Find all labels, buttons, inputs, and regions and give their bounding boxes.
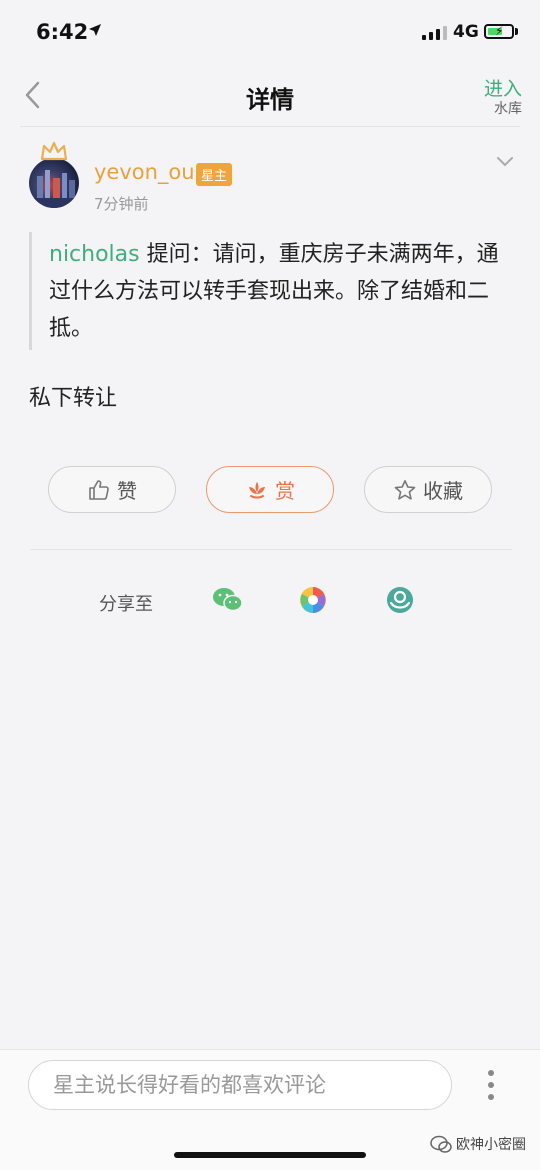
- wechat-icon[interactable]: [212, 586, 244, 614]
- home-indicator[interactable]: [174, 1152, 366, 1158]
- action-divider: [30, 549, 512, 550]
- location-arrow-icon: [89, 24, 101, 36]
- chevron-down-icon[interactable]: [495, 155, 515, 169]
- nav-divider: [20, 126, 520, 127]
- signal-icon: [422, 26, 447, 40]
- quote-author[interactable]: nicholas: [49, 242, 140, 267]
- battery-icon: ⚡: [484, 24, 514, 39]
- watermark-label: 欧神小密圈: [456, 1137, 526, 1153]
- star-icon: [394, 479, 416, 500]
- library-label[interactable]: 水库: [494, 98, 522, 118]
- author-name[interactable]: yevon_ou: [94, 160, 195, 184]
- crown-icon: [40, 141, 68, 161]
- avatar[interactable]: [29, 158, 79, 208]
- reward-label: 赏: [275, 479, 295, 503]
- thumbs-up-icon: [89, 479, 109, 500]
- answer-text: 私下转让: [29, 386, 118, 411]
- owner-badge: 星主: [196, 163, 233, 186]
- quote-bar: [29, 232, 32, 350]
- reward-button[interactable]: 赏: [206, 466, 334, 513]
- enter-button[interactable]: 进入: [484, 74, 522, 101]
- favorite-label: 收藏: [423, 479, 463, 503]
- status-time: 6:42: [36, 20, 89, 44]
- quoted-question: nicholas 提问：请问，重庆房子未满两年，通过什么方法可以转手套现出来。除…: [49, 236, 509, 347]
- watermark-logo-icon: [430, 1135, 452, 1153]
- battery-tip: [515, 28, 518, 35]
- flower-icon: [249, 481, 265, 498]
- favorite-button[interactable]: 收藏: [364, 466, 492, 513]
- post-time: 7分钟前: [94, 195, 149, 213]
- page-title: 详情: [246, 86, 294, 114]
- comment-input[interactable]: [28, 1060, 452, 1110]
- network-type: 4G: [453, 22, 479, 42]
- moments-icon[interactable]: [299, 586, 327, 614]
- like-label: 赞: [117, 479, 137, 503]
- share-label: 分享至: [99, 594, 153, 615]
- like-button[interactable]: 赞: [48, 466, 176, 513]
- circle-icon[interactable]: [386, 586, 414, 614]
- more-options-icon[interactable]: [488, 1070, 494, 1100]
